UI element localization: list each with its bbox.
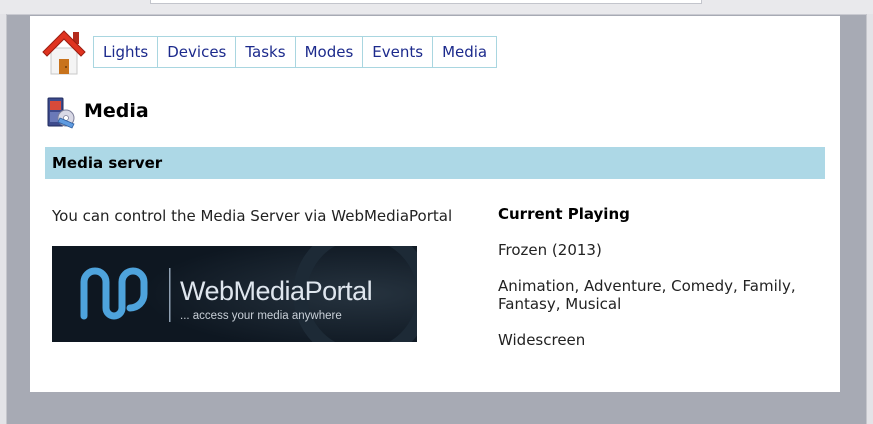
nav-item-modes[interactable]: Modes xyxy=(296,37,364,67)
browser-top-strip xyxy=(0,0,873,15)
media-icon xyxy=(47,97,75,129)
media-server-intro: You can control the Media Server via Web… xyxy=(52,207,453,225)
nav-item-tasks[interactable]: Tasks xyxy=(236,37,296,67)
main-panel: Lights Devices Tasks Modes Events Media … xyxy=(30,16,840,392)
section-title: Media server xyxy=(52,154,163,172)
section-header: Media server xyxy=(45,147,825,179)
main-nav: Lights Devices Tasks Modes Events Media xyxy=(93,36,498,68)
current-playing-heading: Current Playing xyxy=(498,205,630,223)
current-playing-genres: Animation, Adventure, Comedy, Family, Fa… xyxy=(498,277,796,313)
banner-title: WebMediaPortal xyxy=(180,276,373,306)
webmediaportal-banner-link[interactable]: WebMediaPortal ... access your media any… xyxy=(52,246,417,342)
window-frame-left xyxy=(0,14,7,424)
banner-tagline: ... access your media anywhere xyxy=(180,310,342,322)
page-title: Media xyxy=(84,100,149,122)
nav-item-devices[interactable]: Devices xyxy=(158,37,237,67)
current-playing-title: Frozen (2013) xyxy=(498,241,602,259)
window-frame-right xyxy=(866,14,873,424)
home-icon[interactable] xyxy=(40,26,88,76)
nav-item-media[interactable]: Media xyxy=(433,37,496,67)
nav-item-events[interactable]: Events xyxy=(363,37,434,67)
address-bar-edge xyxy=(150,0,702,4)
nav-item-lights[interactable]: Lights xyxy=(94,37,159,67)
current-playing-format: Widescreen xyxy=(498,331,586,349)
